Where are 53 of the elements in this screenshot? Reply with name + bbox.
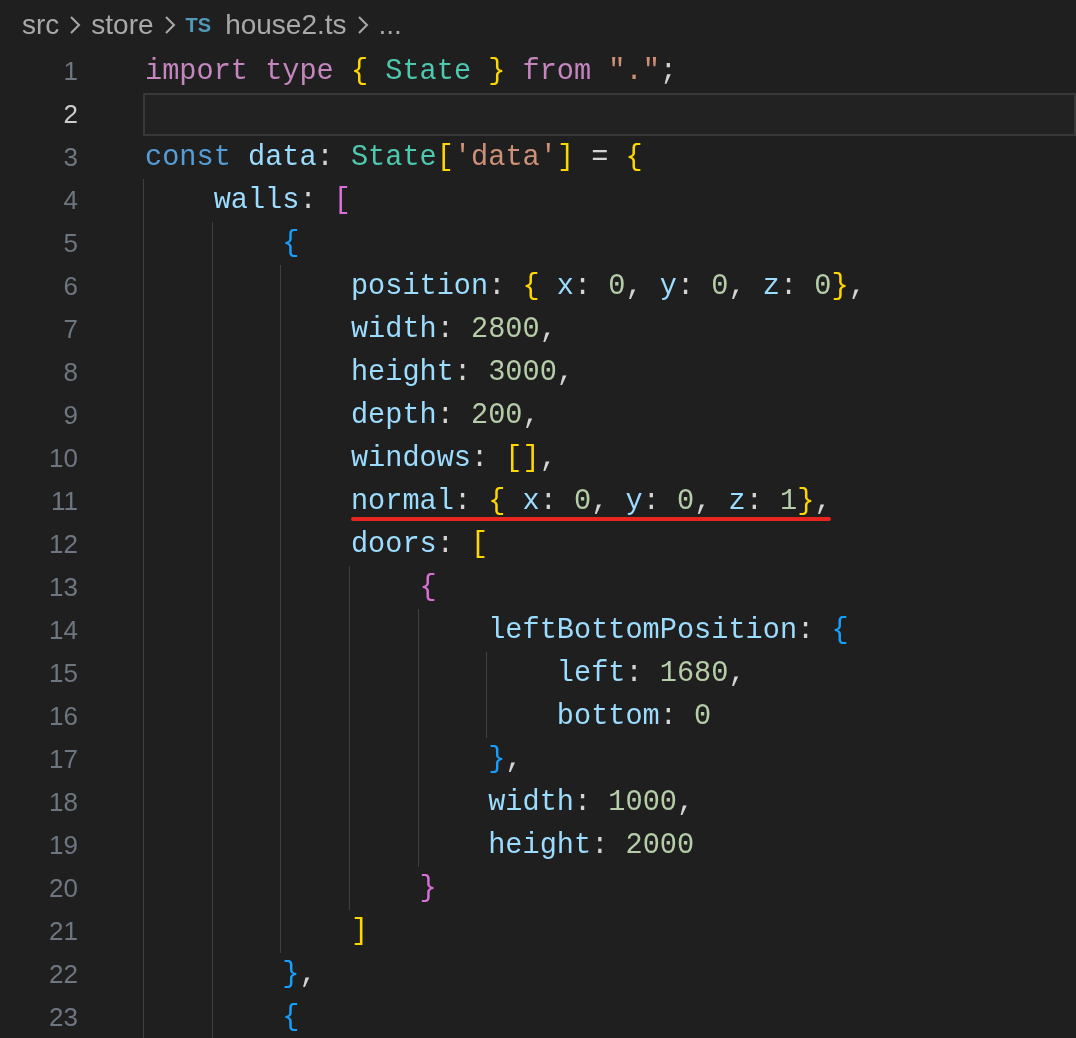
code-line: import type { State } from "."; (145, 55, 677, 88)
line-number: 20 (48, 872, 78, 905)
code-line: ] (349, 915, 369, 948)
code-line: depth: 200, (349, 399, 540, 432)
chevron-icon (163, 15, 176, 35)
chevron-icon (69, 15, 82, 35)
code-line: left: 1680, (555, 657, 746, 690)
line-number: 23 (48, 1001, 78, 1034)
line-number: 16 (48, 700, 78, 733)
line-number: 11 (50, 485, 78, 518)
line-number: 15 (48, 657, 78, 690)
line-number: 19 (48, 829, 78, 862)
code-line: width: 1000, (487, 786, 695, 819)
line-number: 22 (48, 958, 78, 991)
line-number: 6 (62, 270, 78, 303)
line-number: 12 (48, 528, 78, 561)
file-type-icon: TS (185, 10, 212, 40)
breadcrumb-item[interactable]: store (91, 4, 154, 46)
line-number: 10 (48, 442, 78, 475)
code-line: height: 3000, (349, 356, 574, 389)
line-number: 9 (62, 399, 78, 432)
chevron-icon (356, 15, 369, 35)
line-number: 18 (48, 786, 78, 819)
code-line: height: 2000 (487, 829, 695, 862)
line-number: 13 (48, 571, 78, 604)
line-number: 14 (48, 614, 78, 647)
code-line: normal: { x: 0, y: 0, z: 1}, (349, 485, 832, 518)
code-line: width: 2800, (349, 313, 557, 346)
line-number: 17 (48, 743, 78, 776)
code-line: leftBottomPosition: { (487, 614, 849, 647)
code-line: const data: State['data'] = { (145, 141, 643, 174)
line-number: 2 (62, 98, 78, 131)
breadcrumb-item[interactable]: src (22, 4, 60, 46)
code-line: doors: [ (349, 528, 489, 561)
code-line: bottom: 0 (555, 700, 712, 733)
code-line: { (418, 571, 437, 604)
code-line: }, (281, 958, 317, 991)
line-number: 5 (62, 227, 78, 260)
code-line: position: { x: 0, y: 0, z: 0}, (349, 270, 866, 303)
line-number: 4 (62, 184, 78, 217)
code-line: windows: [], (349, 442, 557, 475)
line-number: 3 (62, 141, 78, 174)
breadcrumb-item[interactable]: ... (378, 4, 402, 46)
code-line: } (418, 872, 437, 905)
line-number: 21 (48, 915, 78, 948)
line-number: 7 (62, 313, 78, 346)
breadcrumb-item[interactable]: house2.ts (225, 4, 347, 46)
line-number: 8 (62, 356, 78, 389)
code-line: walls: [ (212, 184, 351, 217)
code-line: { (281, 1001, 300, 1034)
code-line: }, (487, 743, 523, 776)
line-number: 1 (62, 55, 78, 88)
code-line: { (281, 227, 300, 260)
